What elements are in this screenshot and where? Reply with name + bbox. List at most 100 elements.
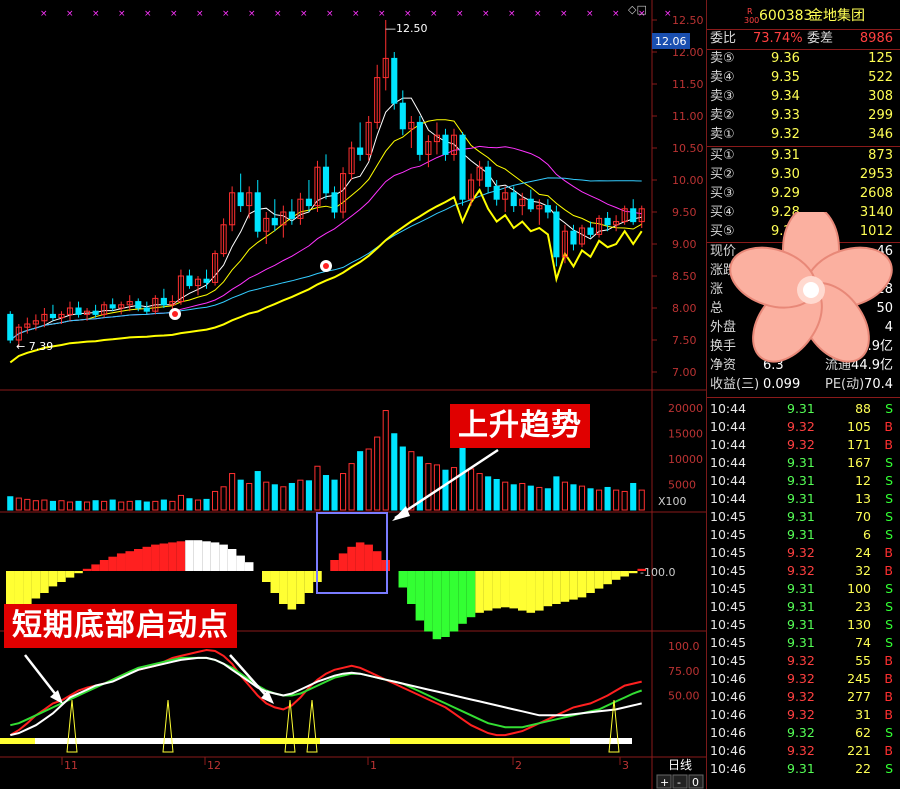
tick-row[interactable]: 10:45 9.31 6 S	[707, 526, 900, 544]
tick-direction: S	[885, 401, 893, 416]
volume-bar	[561, 481, 568, 511]
market-code: 300	[744, 16, 760, 25]
period-label[interactable]: 日线	[668, 758, 692, 772]
tick-row[interactable]: 10:44 9.31 88 S	[707, 400, 900, 418]
tick-row[interactable]: 10:45 9.31 130 S	[707, 616, 900, 634]
tick-volume: 13	[855, 491, 871, 506]
volume-bar	[519, 482, 526, 511]
volume-bar	[7, 496, 14, 511]
candle-body	[322, 166, 330, 194]
tick-row[interactable]: 10:45 9.31 100 S	[707, 580, 900, 598]
sell-level-row[interactable]: 卖④ 9.35 522	[707, 69, 900, 87]
candle-body	[587, 227, 594, 235]
top-marker: ×	[92, 9, 100, 19]
macd-bar	[116, 553, 126, 571]
tick-time: 10:46	[710, 743, 747, 758]
volume-bar	[305, 480, 312, 511]
volume-bar	[186, 498, 193, 511]
tick-direction: S	[885, 725, 893, 740]
ma-line	[9, 177, 642, 341]
tick-row[interactable]: 10:46 9.32 31 B	[707, 706, 900, 724]
tick-price: 9.31	[787, 761, 815, 776]
tick-time: 10:46	[710, 671, 747, 686]
buy-level-volume: 2953	[859, 167, 893, 182]
signal-strip-segment	[260, 738, 320, 744]
tick-price: 9.31	[787, 617, 815, 632]
date-tick-label: 1	[370, 759, 377, 772]
tick-row[interactable]: 10:46 9.32 245 B	[707, 670, 900, 688]
sell-level-label: 卖④	[710, 70, 735, 85]
tick-row[interactable]: 10:44 9.32 171 B	[707, 436, 900, 454]
tick-row[interactable]: 10:45 9.31 23 S	[707, 598, 900, 616]
buy-level-label: 买②	[710, 167, 735, 182]
tick-row[interactable]: 10:44 9.31 167 S	[707, 454, 900, 472]
buy-level-row[interactable]: 买② 9.30 2953	[707, 166, 900, 184]
volume-bar	[374, 436, 381, 511]
tick-price: 9.31	[787, 455, 815, 470]
bottom-arrow-2	[229, 654, 271, 701]
tick-row[interactable]: 10:46 9.31 22 S	[707, 760, 900, 778]
candle-body	[459, 134, 466, 200]
tick-row[interactable]: 10:45 9.32 55 B	[707, 652, 900, 670]
kline-chart[interactable]: × × × × × × × × × × × × × × × × × × × × × × × × × 12.5012.0011.5…	[0, 0, 706, 789]
candle-body	[527, 198, 534, 210]
volume-bar	[254, 471, 261, 511]
price-tick-label: 9.50	[672, 206, 697, 219]
high-price-label: —12.50	[385, 22, 428, 35]
tick-volume: 167	[847, 455, 871, 470]
uptrend-banner: 上升趋势	[450, 404, 590, 448]
sell-level-volume: 522	[868, 70, 893, 85]
top-marker: ×	[352, 9, 360, 19]
sell-level-row[interactable]: 卖② 9.33 299	[707, 107, 900, 125]
tick-row[interactable]: 10:44 9.31 12 S	[707, 472, 900, 490]
tick-row[interactable]: 10:45 9.32 24 B	[707, 544, 900, 562]
order-diff-value: 8986	[859, 31, 893, 46]
tick-row[interactable]: 10:45 9.31 70 S	[707, 508, 900, 526]
tick-volume: 88	[855, 401, 871, 416]
quote-value: 0.099	[763, 377, 801, 392]
tick-row[interactable]: 10:46 9.32 277 B	[707, 688, 900, 706]
tick-time: 10:46	[710, 707, 747, 722]
tick-direction: B	[884, 671, 893, 686]
sell-level-volume: 299	[868, 108, 893, 123]
tick-row[interactable]: 10:46 9.32 221 B	[707, 742, 900, 760]
tick-row[interactable]: 10:46 9.32 62 S	[707, 724, 900, 742]
tick-row[interactable]: 10:45 9.32 32 B	[707, 562, 900, 580]
macd-bar	[244, 562, 254, 571]
macd-bar	[210, 542, 220, 571]
macd-bar	[262, 571, 271, 582]
top-marker: ×	[326, 9, 334, 19]
volume-bar	[126, 500, 133, 511]
tick-direction: B	[884, 653, 893, 668]
kdj-line	[10, 656, 643, 729]
buy-level-label: 买①	[710, 148, 735, 163]
tick-price: 9.31	[787, 491, 815, 506]
volume-bar	[391, 433, 398, 511]
tick-price: 9.31	[787, 581, 815, 596]
volume-bar	[246, 482, 253, 511]
tick-direction: S	[885, 617, 893, 632]
sell-level-row[interactable]: 卖③ 9.34 308	[707, 88, 900, 106]
tick-row[interactable]: 10:44 9.31 13 S	[707, 490, 900, 508]
buy-level-row[interactable]: 买③ 9.29 2608	[707, 185, 900, 203]
flower-sticker	[729, 212, 893, 363]
volume-bar	[570, 484, 577, 511]
tick-row[interactable]: 10:44 9.32 105 B	[707, 418, 900, 436]
macd-bar	[424, 571, 433, 632]
buy-level-row[interactable]: 买① 9.31 873	[707, 147, 900, 165]
macd-bar	[586, 571, 595, 593]
buy-level-price: 9.29	[771, 186, 800, 201]
macd-bar	[142, 546, 152, 571]
macd-bar	[620, 571, 629, 577]
candle-body	[544, 205, 551, 213]
sell-level-price: 9.33	[771, 108, 800, 123]
candle-body	[288, 211, 295, 219]
macd-bar	[279, 571, 288, 604]
tick-row[interactable]: 10:45 9.31 74 S	[707, 634, 900, 652]
window-icons[interactable]: ◇□	[628, 3, 647, 16]
sell-level-row[interactable]: 卖① 9.32 346	[707, 126, 900, 144]
candle-body	[186, 275, 193, 287]
volume-bar	[109, 499, 116, 511]
volume-bar	[24, 498, 31, 511]
sell-level-row[interactable]: 卖⑤ 9.36 125	[707, 50, 900, 68]
